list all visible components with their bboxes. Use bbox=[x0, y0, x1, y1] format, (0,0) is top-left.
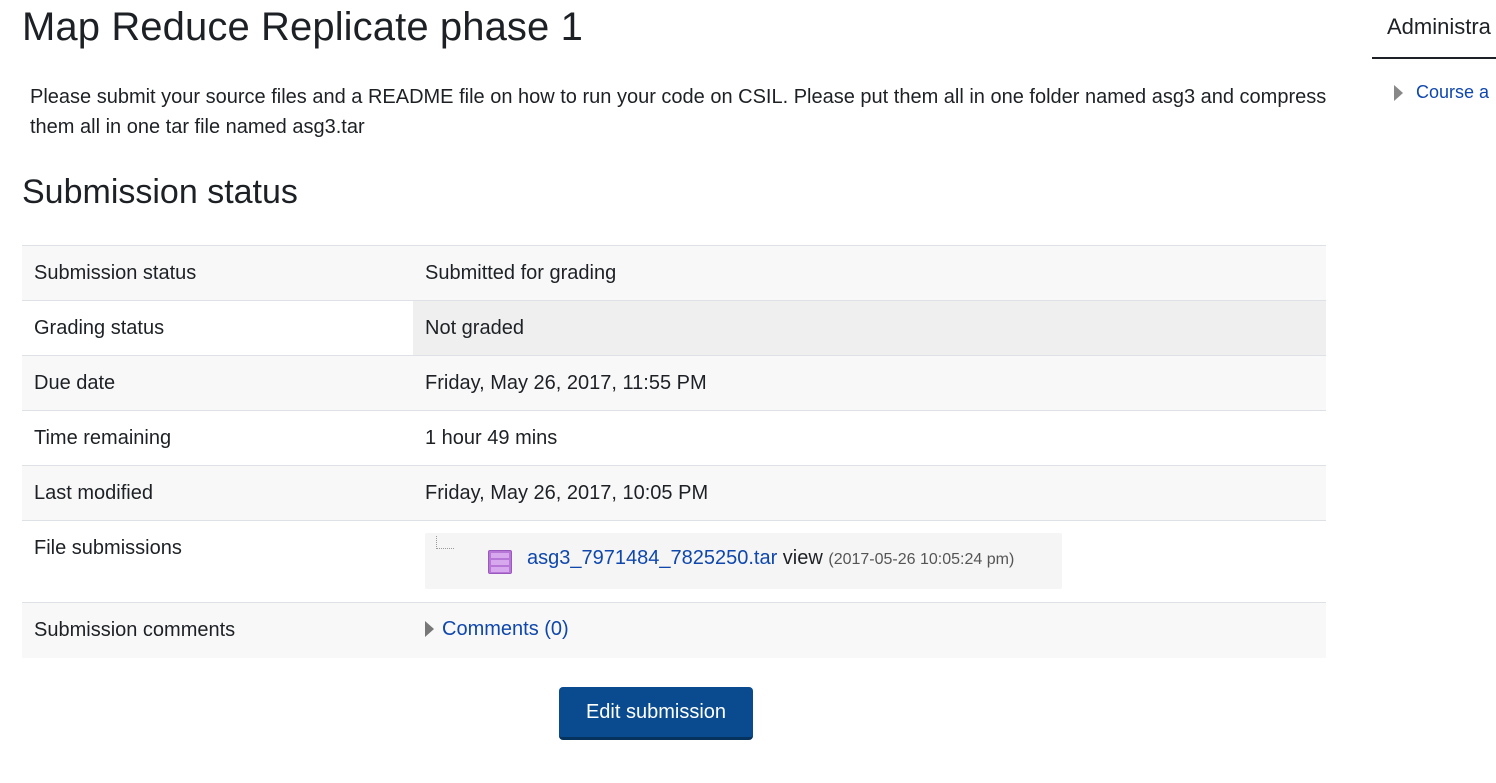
due-date-label: Due date bbox=[22, 355, 413, 411]
page-title: Map Reduce Replicate phase 1 bbox=[22, 5, 583, 49]
file-timestamp: (2017-05-26 10:05:24 pm) bbox=[828, 551, 1015, 568]
comments-toggle[interactable]: Comments (0) bbox=[425, 618, 569, 641]
block-title: Administra bbox=[1387, 14, 1491, 39]
assignment-intro: Please submit your source files and a RE… bbox=[30, 86, 1327, 138]
block-item-label[interactable]: Course a bbox=[1416, 82, 1489, 103]
table-row: Submission status Submitted for grading bbox=[22, 245, 1326, 301]
file-submissions-value: asg3_7971484_7825250.tar view (2017-05-2… bbox=[413, 520, 1326, 603]
edit-submission-button[interactable]: Edit submission bbox=[559, 687, 753, 740]
time-remaining-label: Time remaining bbox=[22, 410, 413, 466]
block-item-course-administration[interactable]: Course a bbox=[1394, 82, 1489, 103]
submission-status-label: Submission status bbox=[22, 245, 413, 301]
file-entry: asg3_7971484_7825250.tar view (2017-05-2… bbox=[527, 547, 1014, 570]
table-row: Submission comments Comments (0) bbox=[22, 602, 1326, 658]
submission-comments-label: Submission comments bbox=[22, 602, 413, 658]
due-date-value: Friday, May 26, 2017, 11:55 PM bbox=[413, 355, 1326, 411]
comments-link[interactable]: Comments (0) bbox=[442, 618, 569, 641]
submission-status-table: Submission status Submitted for grading … bbox=[22, 245, 1326, 658]
file-submissions-label: File submissions bbox=[22, 520, 413, 603]
table-row: Grading status Not graded bbox=[22, 300, 1326, 356]
submission-status-heading: Submission status bbox=[22, 173, 298, 211]
file-download-link[interactable]: asg3_7971484_7825250.tar bbox=[527, 547, 777, 569]
submission-comments-value: Comments (0) bbox=[413, 602, 1326, 658]
last-modified-value: Friday, May 26, 2017, 10:05 PM bbox=[413, 465, 1326, 521]
file-view-link[interactable]: view bbox=[783, 547, 823, 569]
last-modified-label: Last modified bbox=[22, 465, 413, 521]
submission-status-value: Submitted for grading bbox=[413, 245, 1326, 301]
caret-right-icon bbox=[1394, 84, 1403, 101]
tree-connector bbox=[436, 536, 454, 549]
grading-status-value: Not graded bbox=[413, 300, 1326, 356]
table-row: Time remaining 1 hour 49 mins bbox=[22, 410, 1326, 466]
administration-block: Administra Course a bbox=[1372, 0, 1496, 120]
caret-right-icon bbox=[425, 621, 434, 637]
archive-file-icon bbox=[488, 550, 512, 574]
table-row: Due date Friday, May 26, 2017, 11:55 PM bbox=[22, 355, 1326, 411]
time-remaining-value: 1 hour 49 mins bbox=[413, 410, 1326, 466]
table-row: Last modified Friday, May 26, 2017, 10:0… bbox=[22, 465, 1326, 521]
grading-status-label: Grading status bbox=[22, 300, 413, 356]
block-divider bbox=[1372, 57, 1496, 59]
table-row: File submissions asg3_7971484_7825250.ta… bbox=[22, 520, 1326, 603]
file-tree: asg3_7971484_7825250.tar view (2017-05-2… bbox=[425, 533, 1062, 589]
